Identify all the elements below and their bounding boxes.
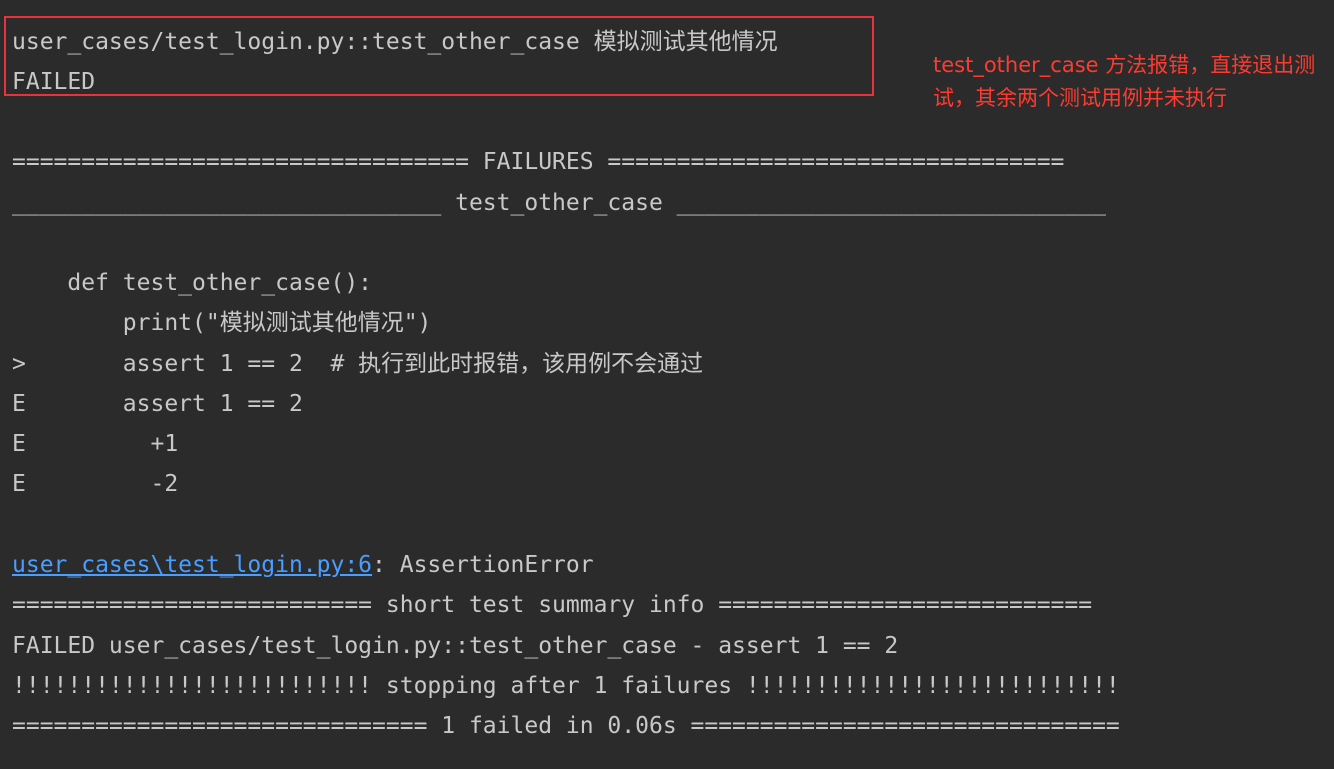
- error-location-line: user_cases\test_login.py:6: AssertionErr…: [12, 545, 594, 585]
- code-line-assert: > assert 1 == 2 # 执行到此时报错，该用例不会通过: [12, 351, 704, 377]
- summary-failed-line: FAILED user_cases/test_login.py::test_ot…: [12, 633, 899, 659]
- error-location-link[interactable]: user_cases\test_login.py:6: [12, 552, 372, 578]
- summary-banner: ========================== short test su…: [12, 592, 1093, 618]
- error-line-minus: E -2: [12, 471, 179, 497]
- error-type: : AssertionError: [372, 552, 594, 578]
- code-line-print: print("模拟测试其他情况"): [12, 310, 432, 336]
- summary-result-line: ============================== 1 failed …: [12, 713, 1120, 739]
- test-status: FAILED: [12, 69, 96, 95]
- code-line-def: def test_other_case():: [12, 270, 373, 296]
- failures-banner: ================================= FAILUR…: [12, 149, 1065, 175]
- failure-case-header: _______________________________ test_oth…: [12, 190, 1106, 216]
- annotation-note: test_other_case 方法报错，直接退出测试，其余两个测试用例并未执行: [933, 53, 1316, 110]
- summary-stopping-line: !!!!!!!!!!!!!!!!!!!!!!!!!! stopping afte…: [12, 673, 1120, 699]
- error-line-assert: E assert 1 == 2: [12, 391, 303, 417]
- terminal-output: user_cases/test_login.py::test_other_cas…: [0, 0, 1334, 769]
- error-line-plus: E +1: [12, 431, 179, 457]
- test-id-line: user_cases/test_login.py::test_other_cas…: [12, 29, 778, 55]
